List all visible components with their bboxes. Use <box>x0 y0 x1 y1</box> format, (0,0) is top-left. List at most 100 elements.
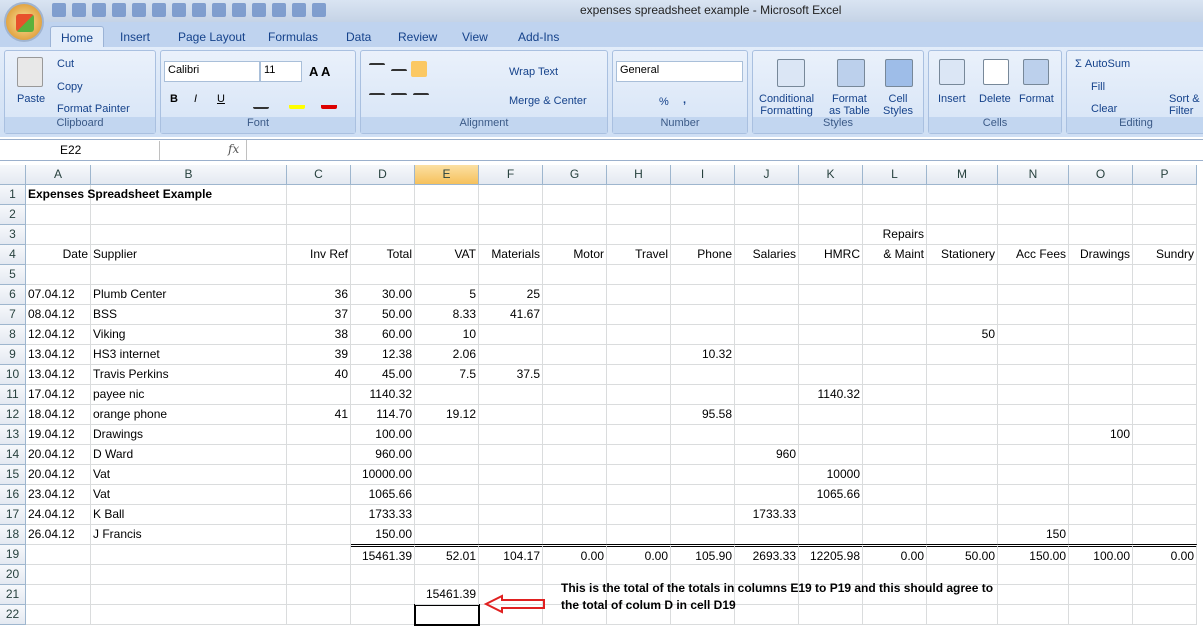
cell-N12[interactable] <box>998 405 1069 425</box>
fill-button[interactable]: Fill <box>1091 81 1105 93</box>
borders-icon[interactable] <box>192 3 206 17</box>
row-header-22[interactable]: 22 <box>0 605 26 625</box>
undo-icon[interactable] <box>72 3 86 17</box>
cell-M12[interactable] <box>927 405 998 425</box>
cell-I11[interactable] <box>671 385 735 405</box>
border-icon[interactable] <box>253 93 269 109</box>
wrap-text-button[interactable]: Wrap Text <box>509 66 558 78</box>
cell-L16[interactable] <box>863 485 927 505</box>
cell-O13[interactable]: 100 <box>1069 425 1133 445</box>
cell-M9[interactable] <box>927 345 998 365</box>
row-header-10[interactable]: 10 <box>0 365 26 385</box>
cell-L10[interactable] <box>863 365 927 385</box>
cell-P15[interactable] <box>1133 465 1197 485</box>
column-header-H[interactable]: H <box>607 165 671 185</box>
cell-E13[interactable] <box>415 425 479 445</box>
name-box[interactable]: E22 <box>2 141 160 160</box>
cell-N3[interactable] <box>998 225 1069 245</box>
cell-N6[interactable] <box>998 285 1069 305</box>
cell-N1[interactable] <box>998 185 1069 205</box>
cell-L5[interactable] <box>863 265 927 285</box>
row-header-11[interactable]: 11 <box>0 385 26 405</box>
insert-button[interactable]: Insert <box>938 93 966 105</box>
cell-M3[interactable] <box>927 225 998 245</box>
cell-K1[interactable] <box>799 185 863 205</box>
format-as-table-button[interactable]: Format as Table <box>829 93 870 117</box>
cell-H17[interactable] <box>607 505 671 525</box>
cell-C10[interactable]: 40 <box>287 365 351 385</box>
cell-N20[interactable] <box>998 565 1069 585</box>
cell-O14[interactable] <box>1069 445 1133 465</box>
align-bottom-icon[interactable] <box>411 61 427 77</box>
delete-button[interactable]: Delete <box>979 93 1011 105</box>
cell-N17[interactable] <box>998 505 1069 525</box>
cell-D18[interactable]: 150.00 <box>351 525 415 545</box>
column-header-L[interactable]: L <box>863 165 927 185</box>
delete-row-icon[interactable] <box>232 3 246 17</box>
cell-A7[interactable]: 08.04.12 <box>26 305 91 325</box>
cell-J13[interactable] <box>735 425 799 445</box>
column-header-A[interactable]: A <box>26 165 91 185</box>
cell-F1[interactable] <box>479 185 543 205</box>
cell-N21[interactable] <box>998 585 1069 605</box>
autosum-button[interactable]: Σ AutoSum <box>1075 58 1130 70</box>
column-header-D[interactable]: D <box>351 165 415 185</box>
tab-formulas[interactable]: Formulas <box>258 26 328 48</box>
cell-L1[interactable] <box>863 185 927 205</box>
cell-K18[interactable] <box>799 525 863 545</box>
row-header-2[interactable]: 2 <box>0 205 26 225</box>
grow-font-icon[interactable]: A A <box>309 64 330 79</box>
cell-H19[interactable]: 0.00 <box>607 544 671 565</box>
cell-A1[interactable]: Expenses Spreadsheet Example <box>26 185 212 205</box>
row-header-15[interactable]: 15 <box>0 465 26 485</box>
cell-O11[interactable] <box>1069 385 1133 405</box>
column-header-B[interactable]: B <box>91 165 287 185</box>
office-button[interactable] <box>4 2 44 42</box>
cell-O5[interactable] <box>1069 265 1133 285</box>
cell-H16[interactable] <box>607 485 671 505</box>
cell-M4[interactable]: Stationery <box>927 245 998 265</box>
cell-C1[interactable] <box>287 185 351 205</box>
cell-B18[interactable]: J Francis <box>91 525 287 545</box>
cell-B19[interactable] <box>91 545 287 565</box>
cell-B3[interactable] <box>91 225 287 245</box>
cell-G7[interactable] <box>543 305 607 325</box>
cell-M2[interactable] <box>927 205 998 225</box>
cell-P8[interactable] <box>1133 325 1197 345</box>
cell-P14[interactable] <box>1133 445 1197 465</box>
insert-row-icon[interactable] <box>152 3 166 17</box>
cell-D8[interactable]: 60.00 <box>351 325 415 345</box>
fill-color-icon[interactable] <box>289 93 305 109</box>
cell-L4[interactable]: & Maint <box>863 245 927 265</box>
cell-F7[interactable]: 41.67 <box>479 305 543 325</box>
cell-M18[interactable] <box>927 525 998 545</box>
cell-F17[interactable] <box>479 505 543 525</box>
cell-A5[interactable] <box>26 265 91 285</box>
cell-M7[interactable] <box>927 305 998 325</box>
cell-K10[interactable] <box>799 365 863 385</box>
cell-B14[interactable]: D Ward <box>91 445 287 465</box>
cell-J2[interactable] <box>735 205 799 225</box>
cell-K7[interactable] <box>799 305 863 325</box>
font-size-select[interactable]: 11 <box>260 61 302 82</box>
cell-C22[interactable] <box>287 605 351 625</box>
cell-H4[interactable]: Travel <box>607 245 671 265</box>
cell-L11[interactable] <box>863 385 927 405</box>
percent-button[interactable]: % <box>659 96 669 108</box>
cell-H2[interactable] <box>607 205 671 225</box>
cell-A17[interactable]: 24.04.12 <box>26 505 91 525</box>
cell-D10[interactable]: 45.00 <box>351 365 415 385</box>
cell-G4[interactable]: Motor <box>543 245 607 265</box>
cell-P21[interactable] <box>1133 585 1197 605</box>
cell-I10[interactable] <box>671 365 735 385</box>
cell-I5[interactable] <box>671 265 735 285</box>
cell-M1[interactable] <box>927 185 998 205</box>
cell-A14[interactable]: 20.04.12 <box>26 445 91 465</box>
row-header-9[interactable]: 9 <box>0 345 26 365</box>
cell-C21[interactable] <box>287 585 351 605</box>
cell-A12[interactable]: 18.04.12 <box>26 405 91 425</box>
cell-A22[interactable] <box>26 605 91 625</box>
cell-P18[interactable] <box>1133 525 1197 545</box>
cell-A13[interactable]: 19.04.12 <box>26 425 91 445</box>
cell-D22[interactable] <box>351 605 415 625</box>
